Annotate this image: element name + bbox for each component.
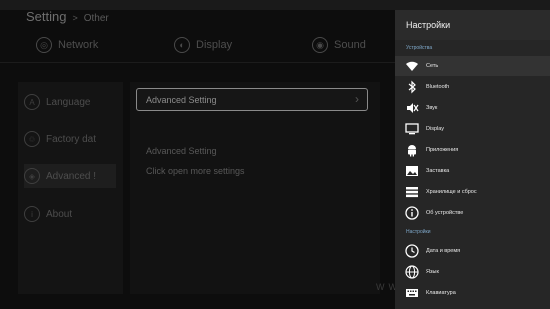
- tab-label: Network: [58, 39, 99, 51]
- drawer-item-label: Язык: [426, 269, 439, 275]
- left-menu-item-advanced[interactable]: ◈ Advanced !: [24, 164, 116, 188]
- clock-icon: [405, 244, 419, 258]
- info-icon: i: [24, 206, 40, 222]
- drawer-title: Настройки: [406, 20, 451, 30]
- drawer-item-apps[interactable]: Приложения: [395, 140, 550, 160]
- drawer-item-label: Display: [426, 126, 445, 132]
- main-panel: [130, 82, 380, 294]
- android-icon: [408, 145, 416, 157]
- left-menu-item-factory[interactable]: ♲ Factory dat: [24, 127, 116, 151]
- drawer-item-storage[interactable]: Хранилище и сброс: [395, 182, 550, 202]
- drawer-header: Настройки: [395, 10, 550, 40]
- drawer-item-language[interactable]: Язык: [395, 262, 550, 282]
- tab-sound[interactable]: ◉ Sound: [312, 30, 366, 60]
- left-menu: A Language ♲ Factory dat ◈ Advanced ! i …: [18, 82, 123, 294]
- chevron-right-icon: ›: [355, 92, 359, 106]
- sound-off-icon: [407, 103, 419, 113]
- drawer-item-label: Дата и время: [426, 248, 461, 254]
- drawer-item-bluetooth[interactable]: Bluetooth: [395, 77, 550, 97]
- drawer-item-label: Приложения: [426, 147, 459, 153]
- tab-network[interactable]: ◎ Network: [36, 30, 98, 60]
- left-menu-label: Factory dat: [46, 133, 97, 145]
- drawer-item-display[interactable]: Display: [395, 119, 550, 139]
- advanced-icon: ◈: [24, 168, 40, 184]
- keyboard-icon: [406, 289, 418, 297]
- tab-label: Sound: [334, 39, 366, 51]
- wifi-icon: [406, 61, 418, 71]
- drawer-item-datetime[interactable]: Дата и время: [395, 241, 550, 261]
- left-menu-label: About: [46, 208, 73, 220]
- drawer-item-keyboard[interactable]: Клавиатура: [395, 283, 550, 303]
- display-icon: ◐: [174, 37, 190, 53]
- drawer-item-label: Хранилище и сброс: [426, 189, 477, 195]
- drawer-item-label: Звук: [426, 105, 438, 111]
- drawer-item-screensaver[interactable]: Заставка: [395, 161, 550, 181]
- drawer-item-label: Клавиатура: [426, 290, 456, 296]
- drawer-item-about[interactable]: Об устройстве: [395, 203, 550, 223]
- left-menu-item-about[interactable]: i About: [24, 202, 116, 226]
- left-menu-label: Language: [46, 96, 91, 108]
- top-tab-bar: ◎ Network ◐ Display ◉ Sound: [0, 30, 395, 60]
- drawer-item-label: Bluetooth: [426, 84, 450, 90]
- breadcrumb: Setting > Other: [26, 9, 109, 24]
- screensaver-icon: [406, 166, 418, 176]
- drawer-item-network[interactable]: Сеть: [395, 56, 550, 76]
- globe-icon: [405, 265, 419, 279]
- sound-icon: ◉: [312, 37, 328, 53]
- section-label-settings: Настройки: [406, 229, 431, 235]
- bluetooth-icon: [408, 80, 416, 94]
- advanced-setting-row[interactable]: Advanced Setting ›: [136, 88, 368, 111]
- drawer-item-label: Сеть: [426, 63, 439, 69]
- drawer-item-label: Об устройстве: [426, 210, 464, 216]
- drawer-item-sound[interactable]: Звук: [395, 98, 550, 118]
- breadcrumb-separator: >: [72, 13, 78, 23]
- advanced-setting-label: Advanced Setting: [146, 94, 217, 105]
- factory-icon: ♲: [24, 131, 40, 147]
- tab-display[interactable]: ◐ Display: [174, 30, 232, 60]
- language-icon: A: [24, 94, 40, 110]
- page-title: Setting: [26, 9, 67, 24]
- monitor-icon: [405, 123, 419, 135]
- info-icon: [405, 206, 419, 220]
- description-body: Click open more settings: [146, 166, 245, 176]
- page-subtitle: Other: [83, 13, 109, 24]
- drawer-item-label: Заставка: [426, 168, 450, 174]
- section-label-devices: Устройства: [406, 45, 433, 51]
- left-menu-label: Advanced !: [46, 170, 97, 182]
- globe-icon: ◎: [36, 37, 52, 53]
- settings-drawer: Настройки Устройства Сеть Bluetooth Звук…: [395, 10, 550, 309]
- tab-label: Display: [196, 39, 233, 51]
- left-menu-item-language[interactable]: A Language: [24, 90, 116, 114]
- storage-icon: [406, 187, 418, 198]
- description-title: Advanced Setting: [146, 146, 217, 156]
